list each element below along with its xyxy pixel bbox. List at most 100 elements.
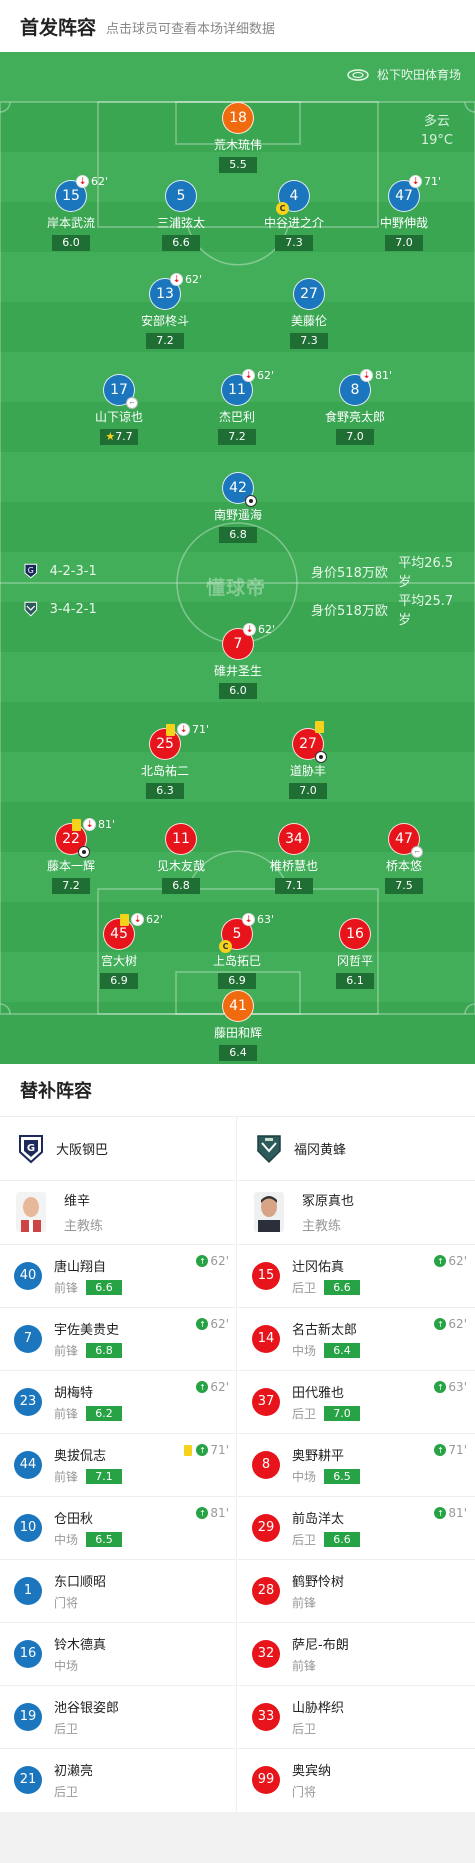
sub-out-indicator: ⇣ 62' xyxy=(120,913,163,926)
player-name: 美藤伦 xyxy=(290,314,327,328)
sub-player-number: 29 xyxy=(252,1513,280,1542)
sub-player-row[interactable]: 28 鹤野怜树 前锋 xyxy=(238,1559,475,1623)
sub-in-arrow-icon: ↑ xyxy=(434,1381,447,1393)
player-home-am-2[interactable]: 11 ⇣ 62' 杰巴利 7.2 xyxy=(182,369,292,445)
sub-player-rating: 6.6 xyxy=(86,1279,123,1295)
player-rating: 6.4 xyxy=(219,1045,257,1061)
player-name: 椎桥慧也 xyxy=(269,859,318,873)
player-number: 4 xyxy=(289,188,299,204)
sub-player-row[interactable]: 7 宇佐美贵史 前锋 6.8 ↑ 62' xyxy=(0,1307,237,1371)
player-away-def-2[interactable]: 5 ⇣ 63' C 上岛拓巳 6.9 xyxy=(182,913,292,989)
sub-on-time: 71' xyxy=(448,1443,467,1457)
player-home-am-3[interactable]: 8 ⇣ 81' 食野亮太郎 7.0 xyxy=(300,369,410,445)
player-name: 见木友哉 xyxy=(156,859,205,873)
sub-player-row[interactable]: 37 田代雅也 后卫 7.0 ↑ 63' xyxy=(238,1370,475,1434)
player-name: 宫大树 xyxy=(100,954,137,968)
sub-on-time: 62' xyxy=(448,1317,467,1331)
player-number: 7 xyxy=(233,636,243,652)
sub-player-position: 前锋 xyxy=(54,1343,79,1358)
player-away-def-1[interactable]: 45 ⇣ 62' 宫大树 6.9 xyxy=(64,913,174,989)
coach-role: 主教练 xyxy=(64,1219,104,1234)
player-name: 藤田和辉 xyxy=(213,1026,262,1040)
player-away-am-2[interactable]: 27 道胁丰 7.0 xyxy=(253,721,363,799)
sub-player-row[interactable]: 32 萨尼-布朗 前锋 xyxy=(238,1622,475,1686)
sub-player-row[interactable]: 23 胡梅特 前锋 6.2 ↑ 62' xyxy=(0,1370,237,1434)
player-home-st[interactable]: 42 南野遥海 6.8 xyxy=(183,472,293,543)
player-number-badge: 7 ⇣ 62' xyxy=(222,623,275,660)
sub-time: 62' xyxy=(146,913,164,926)
player-number-badge: 41 xyxy=(222,990,254,1022)
home-team-header: G 大阪钢巴 xyxy=(0,1117,237,1181)
player-home-am-1[interactable]: 17 ⌐ 山下谅也 ★7.7 xyxy=(64,374,174,445)
sub-player-number: 19 xyxy=(14,1702,42,1731)
home-formation: 4-2-3-1 xyxy=(49,563,97,579)
player-rating: 6.8 xyxy=(162,878,200,894)
sub-player-row[interactable]: 99 奥宾纳 门将 xyxy=(238,1748,475,1811)
sub-on-time: 62' xyxy=(448,1254,467,1268)
player-name: 岸本武流 xyxy=(46,216,95,230)
sub-player-number: 16 xyxy=(14,1639,42,1668)
sub-player-row[interactable]: 19 池谷银姿郎 后卫 xyxy=(0,1685,237,1749)
assist-icon: ⌐ xyxy=(411,846,423,858)
sub-player-row[interactable]: 21 初濑亮 后卫 xyxy=(0,1748,237,1811)
weather-info: 多云 19°C xyxy=(421,112,453,150)
player-away-def-3[interactable]: 16 冈哲平 6.1 xyxy=(300,918,410,989)
player-number-badge: 8 ⇣ 81' xyxy=(339,369,392,406)
player-away-gk[interactable]: 41 藤田和辉 6.4 xyxy=(183,990,293,1061)
coach-avatar xyxy=(16,1192,46,1232)
sub-player-number: 33 xyxy=(252,1702,280,1731)
sub-out-indicator: ⇣ 62' xyxy=(76,175,108,188)
sub-out-icon: ⇣ xyxy=(242,913,255,926)
player-away-st[interactable]: 7 ⇣ 62' 碓井圣生 6.0 xyxy=(183,623,293,699)
player-home-def-4[interactable]: 47 ⇣ 71' 中野伸哉 7.0 xyxy=(349,175,459,251)
sub-player-row[interactable]: 1 东口顺昭 门将 xyxy=(0,1559,237,1623)
home-coach-row[interactable]: 维辛 主教练 xyxy=(0,1180,237,1245)
sub-player-position: 后卫 xyxy=(292,1532,317,1547)
player-away-mid-1[interactable]: 22 ⇣ 81' 藤本一辉 7.2 xyxy=(16,818,126,894)
player-rating: 7.1 xyxy=(275,878,313,894)
sub-out-indicator: ⇣ 62' xyxy=(243,623,275,636)
player-number: 8 xyxy=(350,382,360,398)
sub-player-row[interactable]: 44 奥拔侃志 前锋 7.1 ↑ 71' xyxy=(0,1433,237,1497)
away-team-logo-icon xyxy=(257,1134,281,1163)
player-home-def-3[interactable]: 4 C 中谷进之介 7.3 xyxy=(239,180,349,251)
sub-on-indicator: ↑ 81' xyxy=(434,1506,467,1520)
sub-in-arrow-icon: ↑ xyxy=(196,1507,209,1519)
sub-player-position: 后卫 xyxy=(54,1721,79,1736)
player-away-mid-4[interactable]: 47 ⌐ 桥本悠 7.5 xyxy=(349,823,459,894)
sub-out-indicator: ⇣ 62' xyxy=(242,369,274,382)
sub-out-icon: ⇣ xyxy=(409,175,422,188)
away-coach-row[interactable]: 冢原真也 主教练 xyxy=(238,1180,475,1245)
coach-avatar xyxy=(254,1192,284,1232)
sub-player-name: 铃木德真 xyxy=(54,1637,107,1653)
player-home-def-2[interactable]: 5 三浦弦太 6.6 xyxy=(126,180,236,251)
player-home-dm-1[interactable]: 13 ⇣ 62' 安部柊斗 7.2 xyxy=(110,273,220,349)
sub-player-row[interactable]: 15 辻冈佑真 后卫 6.6 ↑ 62' xyxy=(238,1244,475,1308)
player-name: 中谷进之介 xyxy=(263,216,324,230)
player-away-am-1[interactable]: 25 ⇣ 71' 北岛祐二 6.3 xyxy=(110,723,220,799)
sub-player-row[interactable]: 8 奥野耕平 中场 6.5 ↑ 71' xyxy=(238,1433,475,1497)
player-name: 南野遥海 xyxy=(213,508,262,522)
sub-player-name: 胡梅特 xyxy=(54,1385,94,1401)
sub-player-position: 中场 xyxy=(54,1532,79,1547)
player-away-mid-3[interactable]: 34 椎桥慧也 7.1 xyxy=(239,823,349,894)
player-home-def-1[interactable]: 15 ⇣ 62' 岸本武流 6.0 xyxy=(16,175,126,251)
sub-player-row[interactable]: 40 唐山翔自 前锋 6.6 ↑ 62' xyxy=(0,1244,237,1308)
home-avg-age: 平均26.5岁 xyxy=(398,556,454,590)
player-away-mid-2[interactable]: 11 见木友哉 6.8 xyxy=(126,823,236,894)
sub-player-row[interactable]: 14 名古新太郎 中场 6.4 ↑ 62' xyxy=(238,1307,475,1371)
away-formation: 3-4-2-1 xyxy=(49,601,97,617)
sub-player-row[interactable]: 29 前岛洋太 后卫 6.6 ↑ 81' xyxy=(238,1496,475,1560)
player-number: 22 xyxy=(62,831,80,847)
player-home-gk[interactable]: 18 荒木琉伟 5.5 xyxy=(183,102,293,173)
sub-player-row[interactable]: 33 山胁桦织 后卫 xyxy=(238,1685,475,1749)
sub-player-row[interactable]: 10 仓田秋 中场 6.5 ↑ 81' xyxy=(0,1496,237,1560)
sub-player-rating: 6.6 xyxy=(324,1531,361,1547)
player-number: 13 xyxy=(156,286,174,302)
player-rating-value: 7.7 xyxy=(115,430,133,443)
player-number: 45 xyxy=(110,926,128,942)
page-subtitle: 点击球员可查看本场详细数据 xyxy=(106,21,276,37)
player-home-dm-2[interactable]: 27 美藤伦 7.3 xyxy=(254,278,364,349)
sub-on-indicator: ↑ 62' xyxy=(196,1317,229,1331)
sub-player-row[interactable]: 16 铃木德真 中场 xyxy=(0,1622,237,1686)
